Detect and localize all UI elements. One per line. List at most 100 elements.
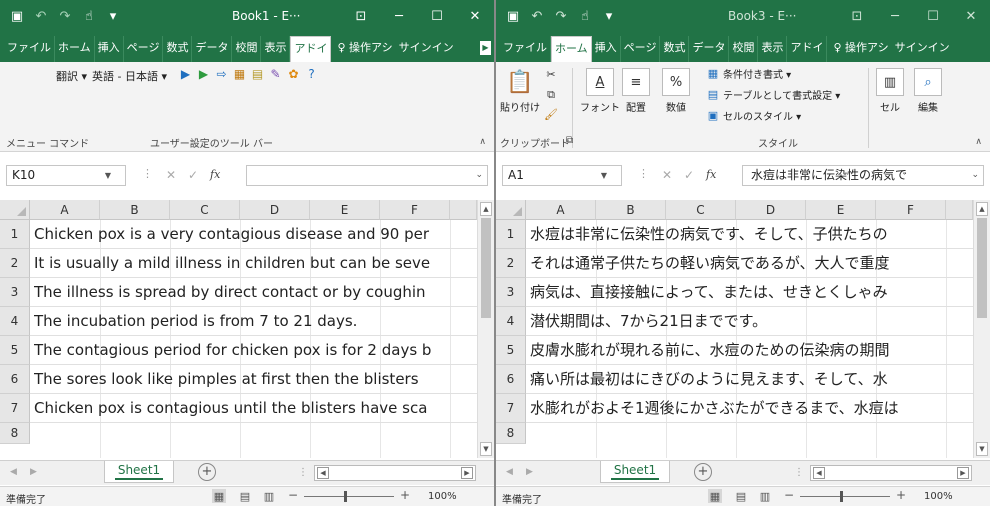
sheet-tab[interactable]: Sheet1 [600,461,670,483]
sheet-next-icon[interactable]: ▶ [526,467,533,477]
undo-icon[interactable]: ↶ [526,5,548,27]
enter-icon[interactable]: ✓ [684,168,694,182]
tab-file[interactable]: ファイル [500,36,551,62]
copy-button[interactable]: ⧉ [544,88,558,101]
zoom-in-icon[interactable]: + [400,488,410,502]
tab-data[interactable]: データ [192,36,233,62]
editing-button[interactable]: ⌕ 編集 [914,68,942,114]
row-header-3[interactable]: 3 [0,278,30,307]
alignment-button[interactable]: ≡ 配置 [622,68,650,114]
column-header-g[interactable] [946,200,973,220]
close-button[interactable]: ✕ [952,0,990,32]
tab-insert[interactable]: 挿入 [592,36,621,62]
column-header-a[interactable]: A [30,200,100,220]
maximize-button[interactable]: ☐ [418,0,456,32]
tell-me-box[interactable]: ♀ 操作アシ [827,36,891,62]
number-format-button[interactable]: % 数値 [662,68,690,114]
zoom-slider-thumb[interactable] [344,491,347,502]
tab-view[interactable]: 表示 [758,36,788,62]
ribbon-display-options-icon[interactable]: ⊡ [838,0,876,32]
paste-button[interactable]: 📋 貼り付け [500,68,540,115]
scroll-left-icon[interactable]: ◀ [317,467,329,479]
row-header-4[interactable]: 4 [496,307,526,336]
collapse-ribbon-icon[interactable]: ∧ [479,137,486,147]
tab-view[interactable]: 表示 [261,36,291,62]
maximize-button[interactable]: ☐ [914,0,952,32]
row-header-2[interactable]: 2 [0,249,30,278]
normal-view-icon[interactable]: ▦ [708,489,722,503]
help-icon[interactable]: ? [304,66,319,81]
cell-a8[interactable] [530,423,972,447]
column-header-a[interactable]: A [526,200,596,220]
zoom-slider[interactable] [800,496,890,497]
conditional-formatting-button[interactable]: ▦ 条件付き書式 ▾ [706,66,791,81]
cell-a5[interactable]: 皮膚水膨れが現れる前に、水痘のための伝染病の期間 [530,338,972,362]
undo-icon[interactable]: ↶ [30,5,52,27]
name-box[interactable]: A1 ▼ [502,165,622,186]
row-header-5[interactable]: 5 [0,336,30,365]
tab-review[interactable]: 校閲 [729,36,759,62]
select-all-corner[interactable] [0,200,30,220]
column-header-e[interactable]: E [310,200,380,220]
expand-formula-icon[interactable]: ⌄ [475,166,483,185]
cell-a7[interactable]: 水膨れがおよそ1週後にかさぶたができるまで、水痘は [530,396,972,420]
normal-view-icon[interactable]: ▦ [212,489,226,503]
edit-icon[interactable]: ✎ [268,66,283,81]
zoom-slider-thumb[interactable] [840,491,843,502]
cell-a2[interactable]: それは通常子供たちの軽い病気であるが、大人で重度 [530,251,972,275]
row-header-7[interactable]: 7 [0,394,30,423]
formula-input[interactable]: 水痘は非常に伝染性の病気で ⌄ [742,165,984,186]
cell-a5[interactable]: The contagious period for chicken pox is… [34,338,476,362]
scroll-thumb[interactable] [481,218,491,318]
zoom-slider[interactable] [304,496,394,497]
tab-review[interactable]: 校閲 [232,36,262,62]
settings-icon[interactable]: ✿ [286,66,301,81]
row-header-3[interactable]: 3 [496,278,526,307]
scroll-down-icon[interactable]: ▼ [976,442,988,456]
insert-function-icon[interactable]: fx [706,168,716,181]
cell-a4[interactable]: The incubation period is from 7 to 21 da… [34,309,476,333]
cancel-icon[interactable]: ✕ [662,168,672,182]
column-header-b[interactable]: B [100,200,170,220]
row-header-4[interactable]: 4 [0,307,30,336]
format-painter-button[interactable]: 🖌 [544,108,558,121]
expand-formula-icon[interactable]: ⌄ [971,166,979,185]
save-icon[interactable]: ▣ [502,5,524,27]
page-break-view-icon[interactable]: ▥ [758,489,772,503]
sheet-tab[interactable]: Sheet1 [104,461,174,483]
touch-mode-icon[interactable]: ☝ [574,5,596,27]
scroll-left-icon[interactable]: ◀ [813,467,825,479]
language-pair-dropdown[interactable]: 英語 - 日本語 ▾ [92,68,167,84]
scroll-right-icon[interactable]: ▶ [957,467,969,479]
column-header-c[interactable]: C [666,200,736,220]
tab-addins[interactable]: アドイ [787,36,828,62]
touch-mode-icon[interactable]: ☝ [78,5,100,27]
formula-input[interactable]: ⌄ [246,165,488,186]
cell-a4[interactable]: 潜伏期間は、7から21日までです。 [530,309,972,333]
column-header-b[interactable]: B [596,200,666,220]
cell-a3[interactable]: The illness is spread by direct contact … [34,280,476,304]
cut-button[interactable]: ✂ [544,68,558,81]
tell-me-box[interactable]: ♀ 操作アシ [331,36,395,62]
scroll-right-icon[interactable]: ▶ [461,467,473,479]
page-break-view-icon[interactable]: ▥ [262,489,276,503]
clipboard-launcher-icon[interactable]: ⧉ [566,135,573,146]
vertical-scrollbar[interactable]: ▲ ▼ [973,200,990,458]
cancel-icon[interactable]: ✕ [166,168,176,182]
tab-formulas[interactable]: 数式 [660,36,690,62]
sign-in-link[interactable]: サインイン [892,36,953,62]
page-layout-view-icon[interactable]: ▤ [238,489,252,503]
row-header-1[interactable]: 1 [0,220,30,249]
row-header-6[interactable]: 6 [0,365,30,394]
cell-a3[interactable]: 病気は、直接接触によって、または、せきとくしゃみ [530,280,972,304]
row-header-7[interactable]: 7 [496,394,526,423]
cell-a1[interactable]: Chicken pox is a very contagious disease… [34,222,476,246]
horizontal-scrollbar[interactable]: ◀ ▶ [314,465,476,481]
column-header-e[interactable]: E [806,200,876,220]
row-header-6[interactable]: 6 [496,365,526,394]
enter-icon[interactable]: ✓ [188,168,198,182]
collapse-ribbon-icon[interactable]: ∧ [975,137,982,147]
customize-toolbar-icon[interactable]: ▾ [598,5,620,27]
translate-icon[interactable]: ⇨ [214,66,229,81]
row-header-8[interactable]: 8 [496,423,526,444]
